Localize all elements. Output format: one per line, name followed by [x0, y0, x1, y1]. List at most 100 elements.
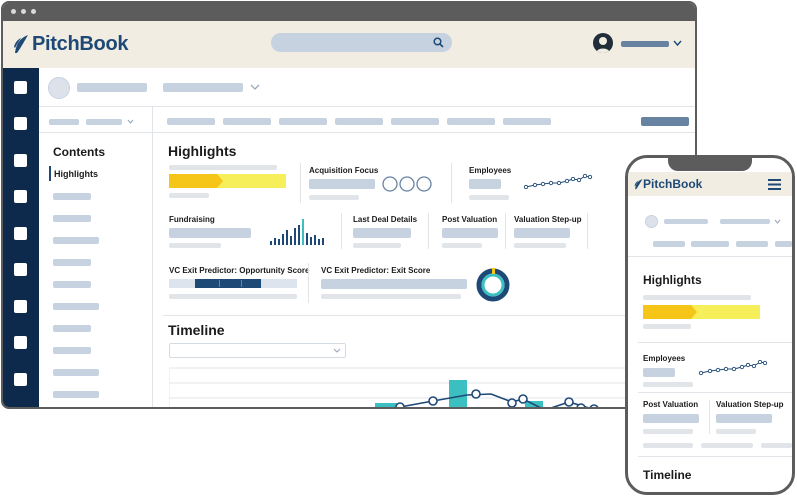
placeholder-text — [701, 443, 753, 448]
placeholder-text — [761, 443, 792, 448]
pitchbook-leaf-icon — [634, 178, 643, 190]
chevron-down-icon[interactable] — [774, 219, 781, 224]
nav-item[interactable] — [14, 300, 27, 313]
placeholder-text — [514, 243, 566, 248]
filter-select[interactable] — [86, 119, 122, 125]
mobile-valuation-step-up-label: Valuation Step-up — [716, 400, 784, 409]
placeholder-text — [643, 443, 693, 448]
placeholder-value — [643, 368, 675, 377]
tab[interactable] — [653, 241, 685, 247]
placeholder-value — [442, 228, 498, 238]
mobile-logo[interactable]: PitchBook — [634, 177, 702, 191]
tab[interactable] — [447, 118, 495, 125]
tab[interactable] — [691, 241, 729, 247]
logo[interactable]: PitchBook — [13, 32, 129, 56]
left-sidebar — [3, 68, 39, 407]
nav-item[interactable] — [14, 190, 27, 203]
chevron-down-icon[interactable] — [250, 84, 260, 91]
tab[interactable] — [279, 118, 327, 125]
chevron-down-icon — [333, 348, 341, 353]
phone-notch — [668, 158, 752, 171]
contents-item-highlights[interactable]: Highlights — [54, 169, 98, 179]
contents-item[interactable] — [53, 325, 91, 332]
contents-item[interactable] — [53, 259, 91, 266]
contents-item[interactable] — [53, 193, 91, 200]
action-button[interactable] — [641, 117, 689, 126]
pitchbook-leaf-icon — [14, 35, 28, 53]
contents-item[interactable] — [53, 303, 99, 310]
nav-item[interactable] — [14, 154, 27, 167]
hamburger-menu-icon[interactable] — [768, 179, 781, 190]
divider — [505, 213, 506, 249]
profile-select[interactable] — [163, 83, 243, 92]
search-input[interactable] — [271, 33, 452, 52]
placeholder-text — [469, 195, 509, 200]
timeline-select[interactable] — [169, 343, 346, 358]
placeholder-value — [169, 228, 251, 238]
tab[interactable] — [503, 118, 551, 125]
placeholder-text — [353, 243, 401, 248]
focus-circles-icon — [382, 176, 432, 192]
nav-item[interactable] — [14, 263, 27, 276]
mobile-post-valuation-label: Post Valuation — [643, 400, 699, 409]
divider — [39, 132, 695, 133]
placeholder-value — [321, 279, 467, 289]
opportunity-score-label: VC Exit Predictor: Opportunity Score — [169, 266, 310, 275]
placeholder-value — [716, 414, 772, 423]
placeholder-text — [169, 165, 277, 170]
divider — [638, 392, 792, 393]
company-logo-placeholder — [645, 215, 658, 228]
divider — [587, 213, 588, 249]
divider — [152, 107, 153, 407]
contents-item[interactable] — [53, 347, 91, 354]
contents-item[interactable] — [53, 237, 99, 244]
placeholder-text — [169, 243, 221, 248]
tab[interactable] — [775, 241, 792, 247]
tab[interactable] — [335, 118, 383, 125]
tab[interactable] — [736, 241, 768, 247]
tab[interactable] — [167, 118, 215, 125]
contents-item[interactable] — [53, 215, 91, 222]
nav-item[interactable] — [14, 336, 27, 349]
app-header: PitchBook — [3, 21, 695, 68]
nav-item[interactable] — [14, 117, 27, 130]
profile-select[interactable] — [720, 219, 770, 224]
placeholder-text — [169, 294, 297, 299]
window-dot[interactable] — [31, 9, 36, 14]
company-logo-placeholder — [48, 77, 70, 99]
divider — [163, 315, 695, 316]
logo-text: PitchBook — [32, 32, 129, 55]
chevron-down-icon[interactable] — [127, 119, 134, 124]
placeholder-value — [643, 414, 699, 423]
user-avatar-icon[interactable] — [593, 33, 613, 53]
window-dot[interactable] — [21, 9, 26, 14]
employees-label: Employees — [469, 166, 512, 175]
nav-item[interactable] — [14, 81, 27, 94]
placeholder-text — [643, 429, 693, 434]
divider — [428, 213, 429, 249]
contents-item[interactable] — [53, 369, 99, 376]
post-valuation-label: Post Valuation — [442, 215, 498, 224]
tab[interactable] — [223, 118, 271, 125]
company-name-placeholder — [77, 83, 147, 92]
window-dot[interactable] — [11, 9, 16, 14]
placeholder-text — [643, 324, 691, 329]
timeline-chart — [169, 367, 629, 407]
user-name-placeholder[interactable] — [621, 41, 669, 47]
placeholder-text — [321, 294, 461, 299]
divider — [638, 342, 792, 343]
nav-item[interactable] — [14, 227, 27, 240]
last-deal-details-label: Last Deal Details — [353, 215, 418, 224]
divider — [628, 256, 792, 257]
placeholder-value — [514, 228, 570, 238]
mobile-device: PitchBook Highlights Employees Post Valu… — [625, 155, 795, 495]
chevron-down-icon[interactable] — [673, 40, 682, 47]
placeholder-text — [643, 295, 751, 300]
desktop-window: PitchBook Contents Highlights Highlights… — [1, 1, 697, 409]
tab[interactable] — [391, 118, 439, 125]
nav-item[interactable] — [14, 373, 27, 386]
filter-placeholder[interactable] — [49, 119, 79, 125]
contents-item[interactable] — [53, 391, 99, 398]
contents-item[interactable] — [53, 281, 91, 288]
acquisition-focus-label: Acquisition Focus — [309, 166, 379, 175]
